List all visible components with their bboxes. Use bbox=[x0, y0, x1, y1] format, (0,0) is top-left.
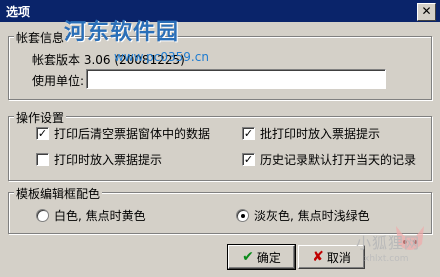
check-icon: ✔ bbox=[242, 249, 254, 265]
checkbox-label: 打印后清空票据窗体中的数据 bbox=[54, 127, 211, 141]
checkbox-box[interactable] bbox=[36, 153, 49, 166]
checkbox-history-today[interactable]: ✓ 历史记录默认打开当天的记录 bbox=[242, 151, 416, 168]
radio-circle[interactable] bbox=[236, 209, 249, 222]
template-group-title: 模板编辑框配色 bbox=[14, 185, 103, 202]
ok-button[interactable]: ✔ 确定 bbox=[227, 244, 296, 270]
ok-button-label: 确定 bbox=[256, 250, 281, 265]
checkbox-batch-print-prompt[interactable]: ✓ 批打印时放入票据提示 bbox=[242, 125, 380, 142]
checkbox-box[interactable]: ✓ bbox=[242, 127, 255, 140]
checkbox-label: 打印时放入票据提示 bbox=[54, 153, 163, 167]
check-mark-icon: ✓ bbox=[37, 127, 48, 140]
operation-group-title: 操作设置 bbox=[14, 109, 67, 126]
check-mark-icon: ✓ bbox=[243, 127, 254, 140]
radio-white-yellow[interactable]: 白色, 焦点时黄色 bbox=[36, 207, 146, 224]
corner-watermark: 小狐狸网 bbox=[356, 234, 421, 252]
x-icon: ✘ bbox=[312, 249, 324, 265]
radio-selected-dot bbox=[240, 213, 245, 218]
checkbox-box[interactable]: ✓ bbox=[242, 153, 255, 166]
unit-label: 使用单位: bbox=[32, 74, 85, 88]
checkbox-box[interactable]: ✓ bbox=[36, 127, 49, 140]
watermark-url: www.pc0359.cn bbox=[114, 50, 209, 64]
unit-input[interactable] bbox=[86, 69, 386, 89]
corner-watermark-url: xhlxt.com bbox=[364, 254, 409, 264]
cancel-button-label: 取消 bbox=[326, 250, 351, 265]
checkbox-print-prompt[interactable]: 打印时放入票据提示 bbox=[36, 151, 162, 168]
checkbox-clear-after-print[interactable]: ✓ 打印后清空票据窗体中的数据 bbox=[36, 125, 210, 142]
radio-gray-green[interactable]: 淡灰色, 焦点时浅绿色 bbox=[236, 207, 370, 224]
watermark-logo: 河东软件园 bbox=[64, 20, 180, 45]
account-group-title: 帐套信息 bbox=[14, 29, 67, 46]
checkbox-label: 批打印时放入票据提示 bbox=[260, 127, 381, 141]
radio-label: 淡灰色, 焦点时浅绿色 bbox=[254, 209, 370, 223]
radio-circle[interactable] bbox=[36, 209, 49, 222]
check-mark-icon: ✓ bbox=[243, 153, 254, 166]
radio-label: 白色, 焦点时黄色 bbox=[54, 209, 146, 223]
window-title: 选项 bbox=[6, 5, 31, 19]
close-button[interactable]: ✕ bbox=[417, 3, 436, 21]
checkbox-label: 历史记录默认打开当天的记录 bbox=[260, 153, 417, 167]
cancel-button[interactable]: ✘ 取消 bbox=[298, 245, 365, 269]
